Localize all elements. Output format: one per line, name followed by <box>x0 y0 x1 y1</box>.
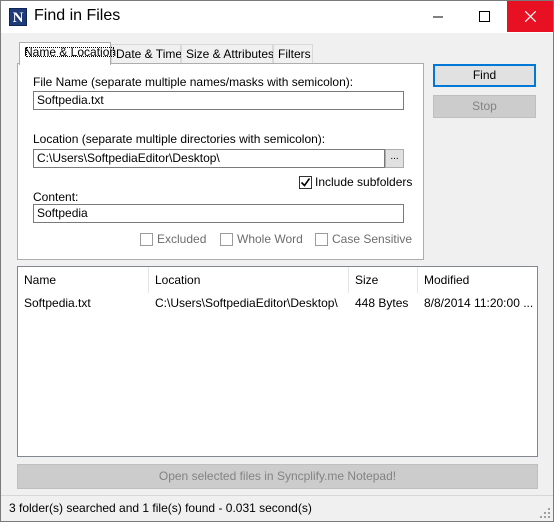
location-label: Location (separate multiple directories … <box>33 132 326 146</box>
file-name-label: File Name (separate multiple names/masks… <box>33 75 354 89</box>
tab-filters[interactable]: Filters <box>273 44 313 65</box>
result-modified-cell: 8/8/2014 11:20:00 ... <box>424 296 534 310</box>
file-name-input[interactable]: Softpedia.txt <box>33 91 404 110</box>
result-location-cell: C:\Users\SoftpediaEditor\Desktop\ <box>155 296 338 310</box>
tab-name-location-label: Name & Location <box>24 45 117 59</box>
whole-word-label: Whole Word <box>237 232 303 246</box>
find-button[interactable]: Find <box>433 64 536 87</box>
tab-size-attributes[interactable]: Size & Attributes <box>181 44 275 65</box>
case-sensitive-label: Case Sensitive <box>332 232 413 246</box>
excluded-label: Excluded <box>157 232 207 246</box>
status-text: 3 folder(s) searched and 1 file(s) found… <box>9 501 312 515</box>
case-sensitive-checkbox[interactable] <box>315 233 328 246</box>
content-label: Content: <box>33 190 79 204</box>
excluded-checkbox[interactable] <box>140 233 153 246</box>
minimize-icon <box>432 16 443 18</box>
include-subfolders-checkbox[interactable] <box>299 176 312 189</box>
app-icon: N <box>9 8 27 26</box>
whole-word-checkbox[interactable] <box>220 233 233 246</box>
content-input[interactable]: Softpedia <box>33 204 404 223</box>
resize-grip-icon[interactable] <box>540 508 551 519</box>
checkmark-icon <box>300 178 311 187</box>
tab-date-time[interactable]: Date & Time <box>111 44 183 65</box>
stop-button[interactable]: Stop <box>433 95 536 118</box>
maximize-button[interactable] <box>461 1 507 32</box>
location-input[interactable]: C:\Users\SoftpediaEditor\Desktop\ <box>33 149 385 168</box>
find-in-files-window: N Find in Files Name & Location Date & T… <box>0 0 554 522</box>
close-button[interactable] <box>507 1 553 32</box>
tab-size-attributes-label: Size & Attributes <box>186 47 275 61</box>
open-in-notepad-button[interactable]: Open selected files in Syncplify.me Note… <box>17 464 538 489</box>
name-location-panel: File Name (separate multiple names/masks… <box>17 63 424 260</box>
result-name-cell: Softpedia.txt <box>24 296 91 310</box>
window-title: Find in Files <box>34 7 121 24</box>
tab-date-time-label: Date & Time <box>116 47 183 61</box>
tab-name-location[interactable]: Name & Location <box>19 42 116 65</box>
result-size-cell: 448 Bytes <box>355 296 409 310</box>
include-subfolders-label: Include subfolders <box>315 175 413 189</box>
results-list[interactable]: Name Location Size Modified Softpedia.tx… <box>17 266 538 457</box>
table-row[interactable]: Softpedia.txt C:\Users\SoftpediaEditor\D… <box>18 267 537 315</box>
tab-filters-label: Filters <box>278 47 311 61</box>
title-bar[interactable]: N Find in Files <box>1 1 553 33</box>
status-bar: 3 folder(s) searched and 1 file(s) found… <box>1 495 553 521</box>
minimize-button[interactable] <box>415 1 461 32</box>
close-icon <box>524 11 536 22</box>
browse-button[interactable]: ... <box>385 149 404 168</box>
maximize-icon <box>478 11 490 22</box>
